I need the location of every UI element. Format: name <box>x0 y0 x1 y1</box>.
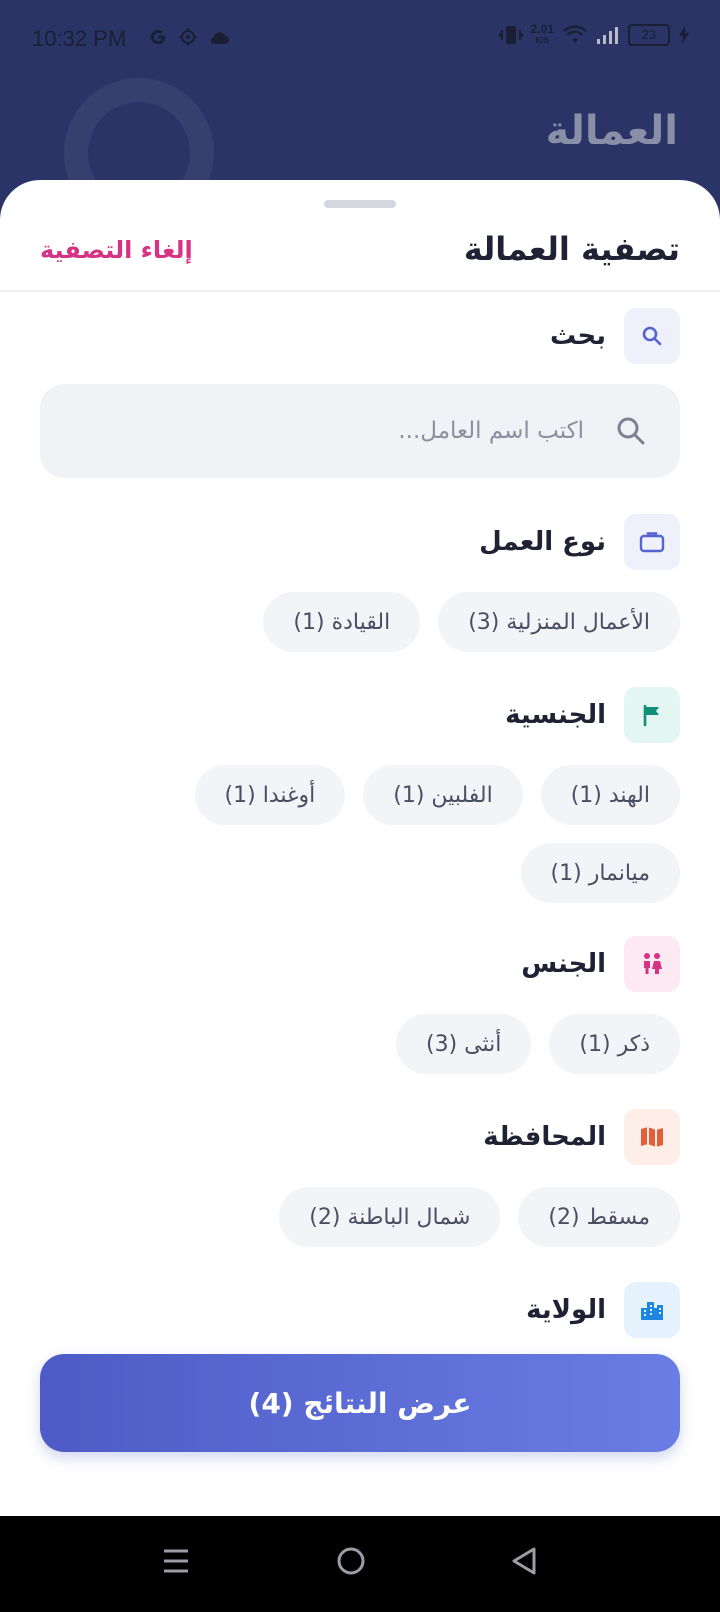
search-box[interactable] <box>40 384 680 478</box>
people-icon <box>624 936 680 992</box>
governorate-label: المحافظة <box>483 1122 606 1152</box>
gender-chips: ذكر (1) أنثى (3) <box>40 1014 680 1074</box>
status-bar: 10:32 PM 2.01 K/S 23 <box>0 0 720 80</box>
sheet-header: تصفية العمالة إلغاء التصفية <box>0 220 720 292</box>
magnifier-icon <box>614 414 648 452</box>
signal-icon <box>597 27 618 44</box>
chip-governorate[interactable]: شمال الباطنة (2) <box>279 1187 501 1247</box>
chip-nationality[interactable]: أوغندا (1) <box>194 765 346 825</box>
network-speed: 2.01 K/S <box>530 22 554 45</box>
nationality-section: الجنسية الهند (1) الفلبين (1) أوغندا (1)… <box>40 687 680 903</box>
chip-work-type[interactable]: الأعمال المنزلية (3) <box>438 592 680 652</box>
gender-label: الجنس <box>521 949 606 979</box>
search-icon <box>624 308 680 364</box>
vibrate-icon <box>498 26 523 44</box>
google-icon <box>150 30 165 44</box>
governorate-chips: مسقط (2) شمال الباطنة (2) <box>40 1187 680 1247</box>
gender-section: الجنس ذكر (1) أنثى (3) <box>40 936 680 1074</box>
cloud-icon <box>210 32 229 44</box>
status-time: 10:32 PM <box>32 26 127 51</box>
sheet-drag-handle[interactable] <box>324 200 396 208</box>
wilayat-label: الولاية <box>526 1295 606 1325</box>
search-label: بحث <box>549 321 606 351</box>
sheet-title: تصفية العمالة <box>463 230 680 268</box>
chip-gender[interactable]: ذكر (1) <box>549 1014 680 1074</box>
location-target-icon <box>179 28 197 46</box>
flag-icon <box>624 687 680 743</box>
briefcase-icon <box>624 514 680 570</box>
wifi-icon <box>563 25 587 43</box>
back-icon[interactable] <box>510 1546 538 1580</box>
charging-icon <box>679 26 689 44</box>
map-icon <box>624 1109 680 1165</box>
worker-name-input[interactable] <box>104 384 584 478</box>
battery-indicator: 23 <box>628 24 670 46</box>
chip-nationality[interactable]: ميانمار (1) <box>520 843 680 903</box>
nationality-label: الجنسية <box>505 700 606 730</box>
chip-governorate[interactable]: مسقط (2) <box>518 1187 680 1247</box>
city-icon <box>624 1282 680 1338</box>
background-title: العمالة <box>545 108 678 154</box>
chip-work-type[interactable]: القيادة (1) <box>263 592 421 652</box>
work-type-label: نوع العمل <box>479 527 606 557</box>
filter-sheet: تصفية العمالة إلغاء التصفية بحث نوع العم… <box>0 180 720 1516</box>
chip-nationality[interactable]: الهند (1) <box>540 765 680 825</box>
chip-nationality[interactable]: الفلبين (1) <box>363 765 523 825</box>
governorate-section: المحافظة مسقط (2) شمال الباطنة (2) <box>40 1109 680 1247</box>
recent-apps-icon[interactable] <box>162 1546 190 1580</box>
show-results-button[interactable]: عرض النتائج (4) <box>40 1354 680 1452</box>
nationality-chips: الهند (1) الفلبين (1) أوغندا (1) ميانمار… <box>40 765 680 903</box>
wilayat-section: الولاية <box>40 1282 680 1338</box>
chip-gender[interactable]: أنثى (3) <box>396 1014 532 1074</box>
work-type-section: نوع العمل الأعمال المنزلية (3) القيادة (… <box>40 514 680 652</box>
search-section: بحث <box>40 308 680 478</box>
navigation-bar <box>0 1516 720 1612</box>
work-type-chips: الأعمال المنزلية (3) القيادة (1) <box>40 592 680 652</box>
home-icon[interactable] <box>336 1546 366 1580</box>
clear-filter-button[interactable]: إلغاء التصفية <box>40 236 193 264</box>
